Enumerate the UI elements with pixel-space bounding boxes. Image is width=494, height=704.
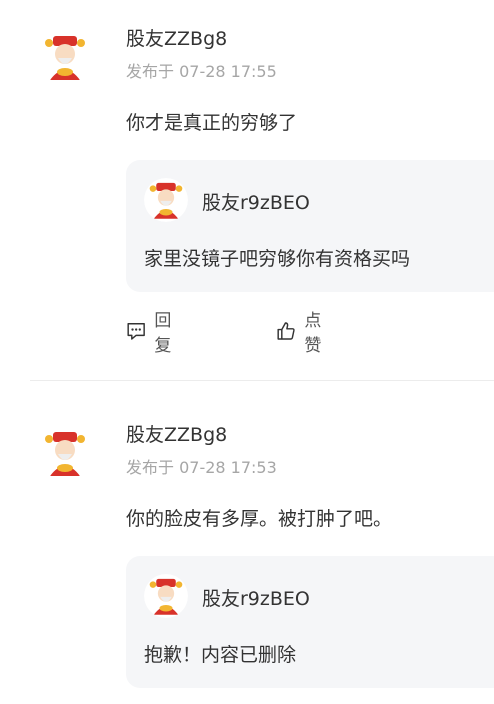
reply-button[interactable]: 回复 [126,311,179,356]
comment-text: 你的脸皮有多厚。被打肿了吧。 [126,508,393,530]
comment-thread: 股友ZZBg8 发布于 07-28 17:55 你才是真正的穷够了 股友r9zB… [0,0,494,704]
like-label: 点赞 [304,311,322,356]
comment-icon [127,323,145,340]
comment-item: 股友ZZBg8 发布于 07-28 17:55 你才是真正的穷够了 股友r9zB… [0,0,494,380]
quoted-text: 家里没镜子吧穷够你有资格买吗 [144,248,411,270]
quoted-author[interactable]: 股友r9zBEO [202,584,310,611]
caishen-avatar-icon [144,574,188,618]
like-button[interactable]: 点赞 [276,311,329,356]
comment-divider [30,380,494,381]
avatar[interactable] [38,426,92,480]
quoted-text: 抱歉！内容已删除 [144,644,297,666]
caishen-avatar-icon [38,30,92,84]
thumbs-up-icon [277,322,295,340]
avatar[interactable] [38,30,92,84]
comment-author[interactable]: 股友ZZBg8 [126,420,227,447]
caishen-avatar-icon [38,426,92,480]
avatar[interactable] [144,574,188,618]
quoted-comment[interactable]: 股友r9zBEO 抱歉！内容已删除 [126,556,494,688]
avatar[interactable] [144,178,188,222]
caishen-avatar-icon [144,178,188,222]
quoted-author[interactable]: 股友r9zBEO [202,188,310,215]
reply-label: 回复 [154,311,172,356]
comment-timestamp: 发布于 07-28 17:55 [126,62,277,81]
comment-author[interactable]: 股友ZZBg8 [126,24,227,51]
comment-text: 你才是真正的穷够了 [126,112,298,134]
comment-item: 股友ZZBg8 发布于 07-28 17:53 你的脸皮有多厚。被打肿了吧。 股… [0,400,494,704]
quoted-comment[interactable]: 股友r9zBEO 家里没镜子吧穷够你有资格买吗 [126,160,494,292]
comment-timestamp: 发布于 07-28 17:53 [126,458,277,477]
